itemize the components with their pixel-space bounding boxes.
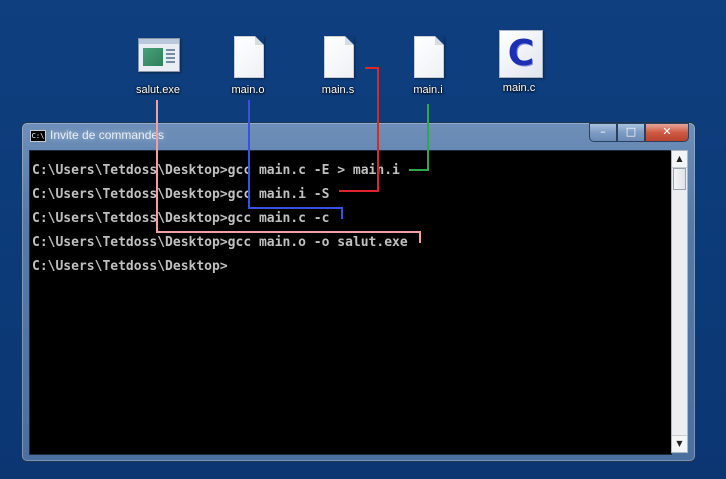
annotation-connectors bbox=[156, 67, 429, 243]
connector-salut-exe bbox=[156, 100, 421, 243]
connector-main-s bbox=[339, 67, 379, 192]
connector-main-o bbox=[248, 100, 343, 219]
connector-main-i bbox=[409, 104, 429, 171]
